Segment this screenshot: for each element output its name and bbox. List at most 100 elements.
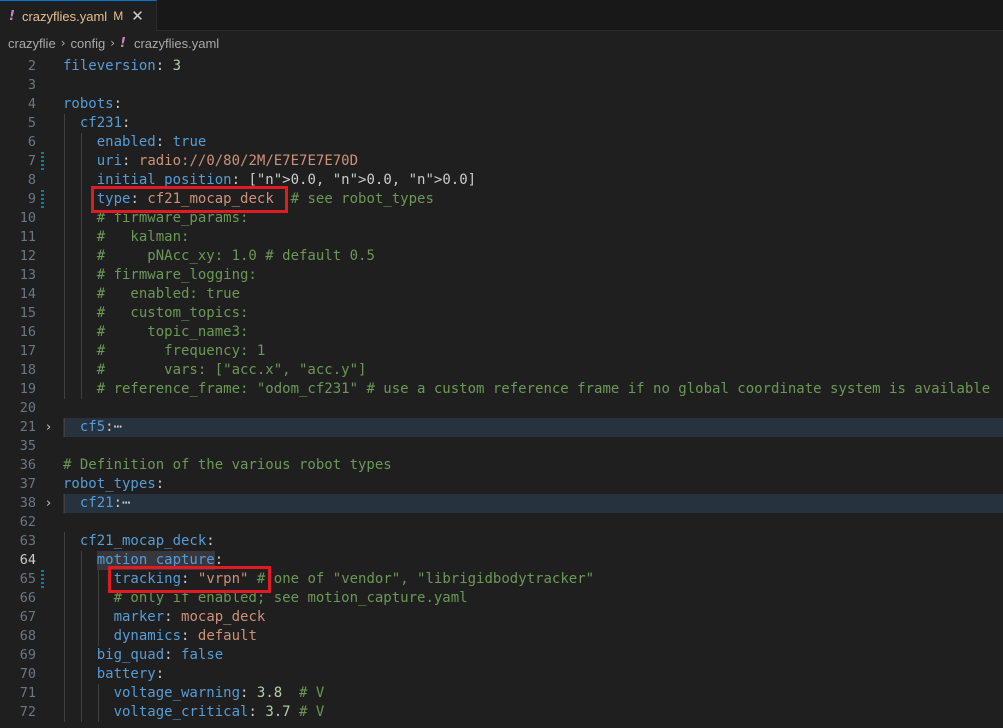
breadcrumb-item-crazyflie[interactable]: crazyflie xyxy=(8,36,56,51)
line-number: 70 xyxy=(19,666,36,682)
modified-gutter-indicator[interactable] xyxy=(41,152,44,171)
code-line[interactable]: 72 voltage_critical: 3.7 # V xyxy=(0,703,1003,722)
line-number: 11 xyxy=(19,229,36,245)
yaml-file-icon: ! xyxy=(9,8,15,24)
line-number: 17 xyxy=(19,343,36,359)
code-line[interactable]: 14 # enabled: true xyxy=(0,285,1003,304)
line-number: 9 xyxy=(27,191,36,207)
folded-region-highlight xyxy=(63,494,1003,513)
breadcrumb-item-file[interactable]: crazyflies.yaml xyxy=(134,36,219,51)
code-line[interactable]: 67 marker: mocap_deck xyxy=(0,608,1003,627)
line-number: 35 xyxy=(19,438,36,454)
code-line[interactable]: 5 cf231: xyxy=(0,114,1003,133)
line-number: 12 xyxy=(19,248,36,264)
code-line[interactable]: 18 # vars: ["acc.x", "acc.y"] xyxy=(0,361,1003,380)
modified-badge: M xyxy=(113,9,124,23)
code-text: battery: xyxy=(96,666,165,682)
line-number: 4 xyxy=(27,96,36,112)
code-line[interactable]: 16 # topic_name3: xyxy=(0,323,1003,342)
code-line[interactable]: 70 battery: xyxy=(0,665,1003,684)
code-text: # pNAcc_xy: 1.0 # default 0.5 xyxy=(96,248,375,264)
tab-bar: ! crazyflies.yaml M ✕ xyxy=(0,0,1003,31)
line-number: 65 xyxy=(19,571,36,587)
line-number: 13 xyxy=(19,267,36,283)
code-line[interactable]: 38 › cf21:⋯ xyxy=(0,494,1003,513)
code-text: cf21_mocap_deck: xyxy=(79,533,215,549)
code-line[interactable]: 19 # reference_frame: "odom_cf231" # use… xyxy=(0,380,1003,399)
code-line[interactable]: 20 xyxy=(0,399,1003,418)
line-number: 16 xyxy=(19,324,36,340)
tab-crazyflies-yaml[interactable]: ! crazyflies.yaml M ✕ xyxy=(0,0,157,31)
code-line[interactable]: 12 # pNAcc_xy: 1.0 # default 0.5 xyxy=(0,247,1003,266)
line-number: 66 xyxy=(19,590,36,606)
code-line[interactable]: 36 # Definition of the various robot type… xyxy=(0,456,1003,475)
line-number: 38 xyxy=(19,495,36,511)
code-line[interactable]: 2 fileversion: 3 xyxy=(0,57,1003,76)
code-text: enabled: true xyxy=(96,134,207,150)
code-text: big_quad: false xyxy=(96,647,224,663)
line-number: 8 xyxy=(27,172,36,188)
line-number: 62 xyxy=(19,514,36,530)
code-text: # topic_name3: xyxy=(96,324,249,340)
line-number: 63 xyxy=(19,533,36,549)
annotation-box-tracking xyxy=(107,566,272,593)
breadcrumb-item-config[interactable]: config xyxy=(71,36,106,51)
line-number: 6 xyxy=(27,134,36,150)
chevron-right-icon: › xyxy=(60,36,66,50)
code-line[interactable]: 4 robots: xyxy=(0,95,1003,114)
line-number: 14 xyxy=(19,286,36,302)
code-text: voltage_warning: 3.8 # V xyxy=(113,685,325,701)
line-number: 72 xyxy=(19,704,36,720)
code-line[interactable]: 71 voltage_warning: 3.8 # V xyxy=(0,684,1003,703)
line-number: 67 xyxy=(19,609,36,625)
line-number: 71 xyxy=(19,685,36,701)
line-number: 5 xyxy=(27,115,36,131)
code-text: fileversion: 3 xyxy=(63,58,182,74)
code-text: voltage_critical: 3.7 # V xyxy=(113,704,325,720)
code-line[interactable]: 6 enabled: true xyxy=(0,133,1003,152)
line-number: 36 xyxy=(19,457,36,473)
code-text: cf21:⋯ xyxy=(79,495,131,511)
code-line[interactable]: 17 # frequency: 1 xyxy=(0,342,1003,361)
line-number: 21 xyxy=(19,419,36,435)
fold-chevron-icon[interactable]: › xyxy=(46,418,51,437)
modified-gutter-indicator[interactable] xyxy=(41,190,44,209)
code-line[interactable]: 68 dynamics: default xyxy=(0,627,1003,646)
code-line[interactable]: 69 big_quad: false xyxy=(0,646,1003,665)
code-line[interactable]: 37 robot_types: xyxy=(0,475,1003,494)
annotation-box-type xyxy=(90,186,289,213)
line-number: 20 xyxy=(19,400,36,416)
code-line[interactable]: 35 xyxy=(0,437,1003,456)
code-line[interactable]: 3 xyxy=(0,76,1003,95)
code-line[interactable]: 21 › cf5:⋯ xyxy=(0,418,1003,437)
code-line[interactable]: 62 xyxy=(0,513,1003,532)
modified-gutter-indicator[interactable] xyxy=(41,570,44,589)
code-line[interactable]: 15 # custom_topics: xyxy=(0,304,1003,323)
code-line[interactable]: 63 cf21_mocap_deck: xyxy=(0,532,1003,551)
line-number: 64 xyxy=(19,552,36,568)
code-text: # enabled: true xyxy=(96,286,241,302)
code-text: # kalman: xyxy=(96,229,190,245)
yaml-file-icon: ! xyxy=(120,35,126,51)
code-text: # frequency: 1 xyxy=(96,343,266,359)
code-line[interactable]: 7 uri: radio://0/80/2M/E7E7E7E70D xyxy=(0,152,1003,171)
code-text: # vars: ["acc.x", "acc.y"] xyxy=(96,362,367,378)
code-line[interactable]: 13 # firmware_logging: xyxy=(0,266,1003,285)
chevron-right-icon: › xyxy=(110,36,116,50)
code-text: # custom_topics: xyxy=(96,305,249,321)
close-icon[interactable]: ✕ xyxy=(131,7,144,25)
code-text: robot_types: xyxy=(63,476,165,492)
code-line[interactable]: 11 # kalman: xyxy=(0,228,1003,247)
line-number: 18 xyxy=(19,362,36,378)
line-number: 10 xyxy=(19,210,36,226)
code-editor[interactable]: 2 fileversion: 3 3 4 robots: 5 cf231: 6 enable… xyxy=(0,55,1003,728)
code-text: robots: xyxy=(63,96,123,112)
fold-chevron-icon[interactable]: › xyxy=(46,494,51,513)
line-number: 3 xyxy=(27,77,36,93)
line-number: 7 xyxy=(27,153,36,169)
code-text: uri: radio://0/80/2M/E7E7E7E70D xyxy=(96,153,359,169)
folded-region-highlight xyxy=(63,418,1003,437)
line-number: 68 xyxy=(19,628,36,644)
code-text: cf231: xyxy=(79,115,131,131)
code-text: # firmware_logging: xyxy=(96,267,257,283)
